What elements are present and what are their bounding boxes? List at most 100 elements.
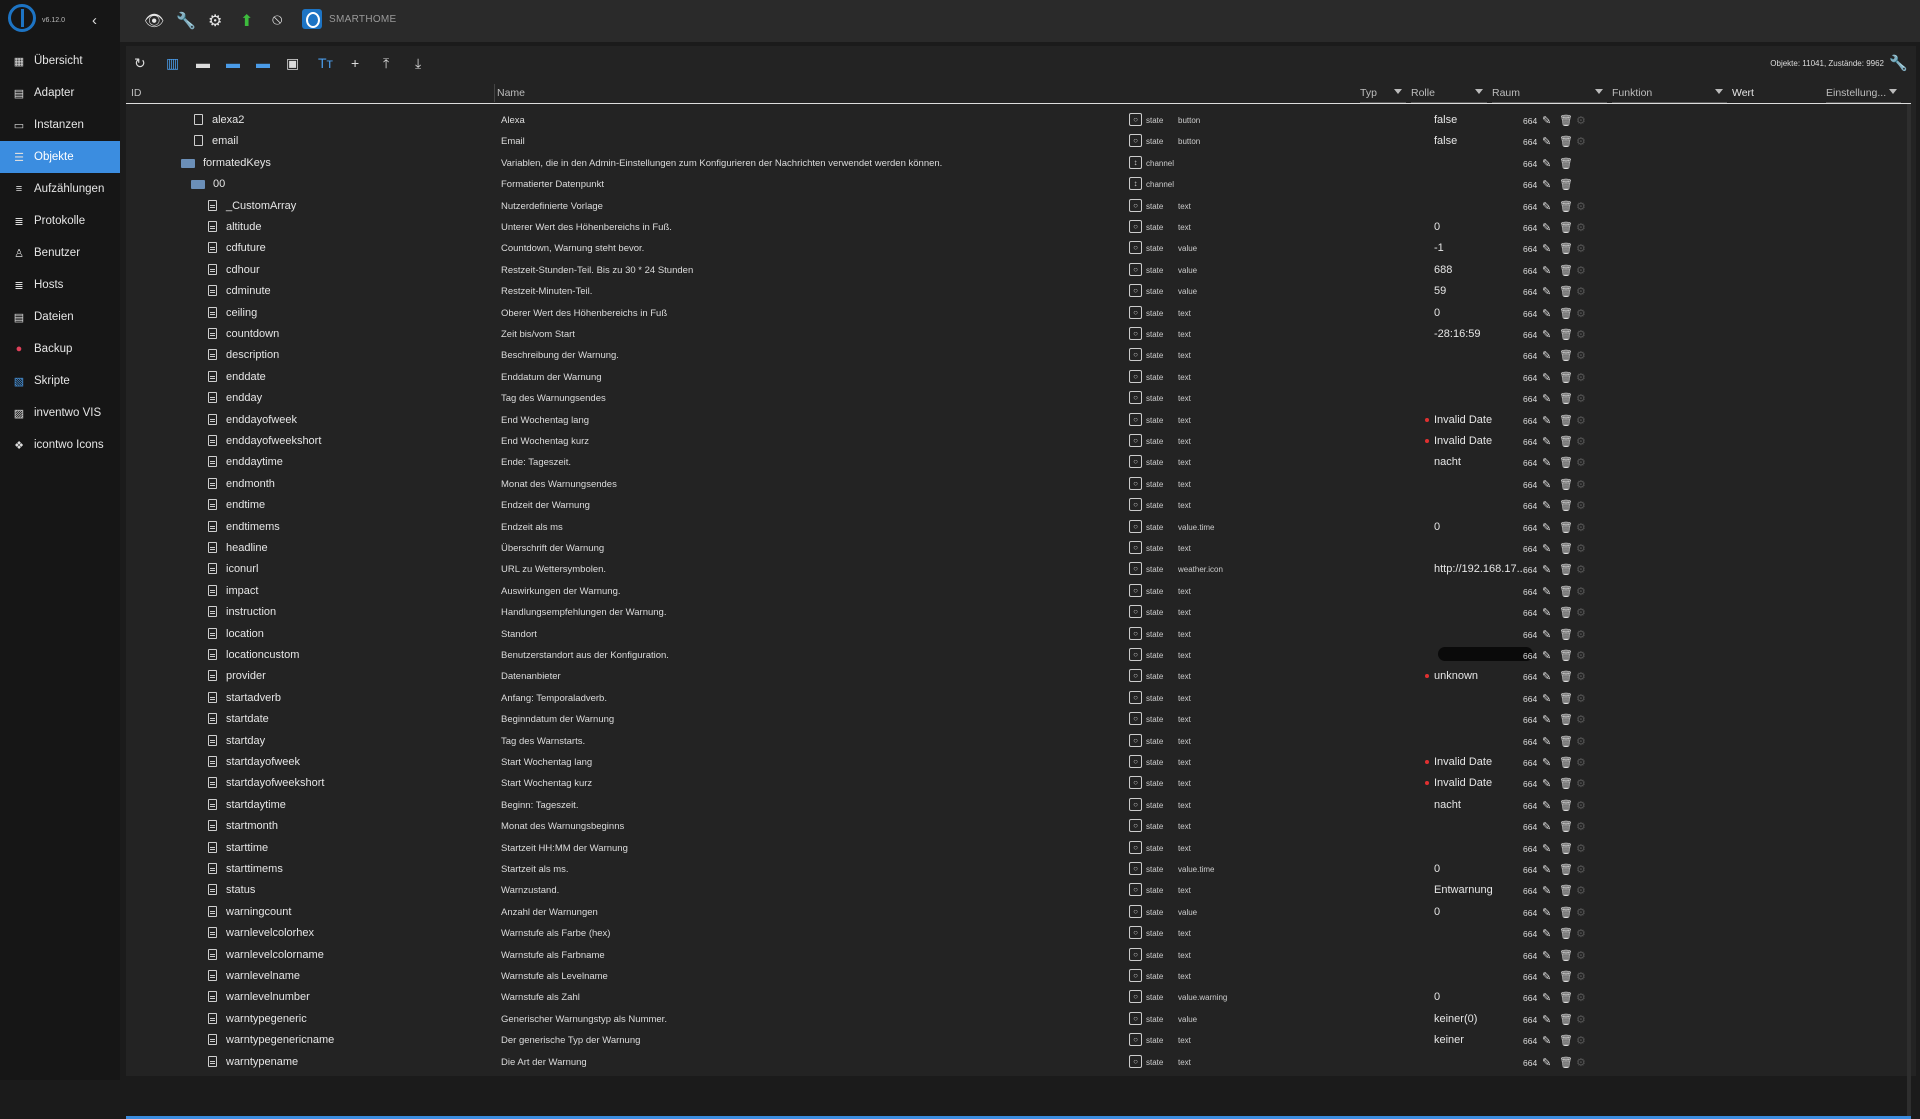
- edit-icon[interactable]: ✎: [1542, 521, 1551, 534]
- row-value[interactable]: 0: [1434, 221, 1440, 233]
- refresh-icon[interactable]: ↻: [134, 55, 146, 72]
- delete-icon[interactable]: 🗑: [1559, 628, 1573, 641]
- edit-icon[interactable]: ✎: [1542, 307, 1551, 320]
- settings-gear-icon[interactable]: ⚙: [1576, 414, 1586, 427]
- table-row[interactable]: enddaytime Ende: Tageszeit. ○ state text nach…: [126, 452, 1911, 473]
- row-acl[interactable]: 664: [1523, 159, 1537, 169]
- edit-icon[interactable]: ✎: [1542, 1034, 1551, 1047]
- table-row[interactable]: startmonth Monat des Warnungsbeginns ○ stat…: [126, 816, 1911, 837]
- delete-icon[interactable]: 🗑: [1559, 585, 1573, 598]
- row-value[interactable]: Entwarnung: [1434, 884, 1493, 896]
- table-row[interactable]: startdate Beginndatum der Warnung ○ state te…: [126, 709, 1911, 730]
- edit-icon[interactable]: ✎: [1542, 285, 1551, 298]
- settings-gear-icon[interactable]: ⚙: [1576, 649, 1586, 662]
- row-acl[interactable]: 664: [1523, 865, 1537, 875]
- edit-icon[interactable]: ✎: [1542, 970, 1551, 983]
- delete-icon[interactable]: 🗑: [1559, 328, 1573, 341]
- sidebar-item-hosts[interactable]: ≣ Hosts: [0, 269, 120, 301]
- row-acl[interactable]: 664: [1523, 651, 1537, 661]
- table-row[interactable]: enddayofweek End Wochentag lang ○ state text…: [126, 410, 1911, 431]
- counter-icon[interactable]: ▣: [286, 55, 299, 72]
- settings-gear-icon[interactable]: ⚙: [1576, 606, 1586, 619]
- edit-icon[interactable]: ✎: [1542, 563, 1551, 576]
- edit-icon[interactable]: ✎: [1542, 435, 1551, 448]
- edit-icon[interactable]: ✎: [1542, 670, 1551, 683]
- table-row[interactable]: startdaytime Beginn: Tageszeit. ○ state text…: [126, 795, 1911, 816]
- delete-icon[interactable]: 🗑: [1559, 414, 1573, 427]
- row-acl[interactable]: 664: [1523, 694, 1537, 704]
- row-acl[interactable]: 664: [1523, 608, 1537, 618]
- row-acl[interactable]: 664: [1523, 715, 1537, 725]
- collapse-sidebar-icon[interactable]: ‹: [92, 12, 97, 29]
- table-row[interactable]: provider Datenanbieter ○ state text unknown 66…: [126, 666, 1911, 687]
- delete-icon[interactable]: 🗑: [1559, 799, 1573, 812]
- wrench-icon[interactable]: 🔧: [176, 11, 196, 31]
- delete-icon[interactable]: 🗑: [1559, 542, 1573, 555]
- settings-gear-icon[interactable]: ⚙: [1576, 349, 1586, 362]
- table-row[interactable]: starttimems Startzeit als ms. ○ state value.…: [126, 859, 1911, 880]
- table-row[interactable]: formatedKeys Variablen, die in den Admin-…: [126, 153, 1911, 174]
- type-filter[interactable]: Typ: [1360, 84, 1406, 103]
- table-row[interactable]: startdayofweek Start Wochentag lang ○ state…: [126, 752, 1911, 773]
- edit-icon[interactable]: ✎: [1542, 1013, 1551, 1026]
- settings-gear-icon[interactable]: ⚙: [1576, 756, 1586, 769]
- row-value[interactable]: false: [1434, 114, 1457, 126]
- edit-icon[interactable]: ✎: [1542, 906, 1551, 919]
- edit-icon[interactable]: ✎: [1542, 392, 1551, 405]
- upload-icon[interactable]: ⤒: [383, 55, 389, 72]
- row-acl[interactable]: 664: [1523, 886, 1537, 896]
- table-row[interactable]: status Warnzustand. ○ state text Entwarnung 66…: [126, 880, 1911, 901]
- table-row[interactable]: description Beschreibung der Warnung. ○ sta…: [126, 345, 1911, 366]
- table-row[interactable]: instruction Handlungsempfehlungen der War…: [126, 602, 1911, 623]
- table-row[interactable]: countdown Zeit bis/vom Start ○ state text -28…: [126, 324, 1911, 345]
- delete-icon[interactable]: 🗑: [1559, 200, 1573, 213]
- edit-icon[interactable]: ✎: [1542, 842, 1551, 855]
- row-acl[interactable]: 664: [1523, 1058, 1537, 1068]
- delete-icon[interactable]: 🗑: [1559, 114, 1573, 127]
- delete-icon[interactable]: 🗑: [1559, 649, 1573, 662]
- edit-icon[interactable]: ✎: [1542, 820, 1551, 833]
- delete-icon[interactable]: 🗑: [1559, 178, 1573, 191]
- table-row[interactable]: cdfuture Countdown, Warnung steht bevor. ○…: [126, 238, 1911, 259]
- sidebar-item-icontwo-icons[interactable]: ❖ icontwo Icons: [0, 429, 120, 461]
- settings-gear-icon[interactable]: ⚙: [1576, 692, 1586, 705]
- settings-gear-icon[interactable]: ⚙: [1576, 863, 1586, 876]
- table-row[interactable]: cdminute Restzeit-Minuten-Teil. ○ state valu…: [126, 281, 1911, 302]
- table-row[interactable]: locationcustom Benutzerstandort aus der K…: [126, 645, 1911, 666]
- settings-gear-icon[interactable]: ⚙: [1576, 521, 1586, 534]
- settings-gear-icon[interactable]: ⚙: [1576, 991, 1586, 1004]
- row-acl[interactable]: 664: [1523, 266, 1537, 276]
- row-acl[interactable]: 664: [1523, 779, 1537, 789]
- settings-gear-icon[interactable]: ⚙: [1576, 499, 1586, 512]
- row-value[interactable]: keiner: [1434, 1034, 1464, 1046]
- delete-icon[interactable]: 🗑: [1559, 221, 1573, 234]
- sidebar-item-instanzen[interactable]: ▭ Instanzen: [0, 109, 120, 141]
- row-value[interactable]: 0: [1434, 906, 1440, 918]
- edit-icon[interactable]: ✎: [1542, 649, 1551, 662]
- settings-gear-icon[interactable]: ⚙: [1576, 884, 1586, 897]
- sidebar-item--bersicht[interactable]: ▦ Übersicht: [0, 45, 120, 77]
- edit-icon[interactable]: ✎: [1542, 628, 1551, 641]
- delete-icon[interactable]: 🗑: [1559, 884, 1573, 897]
- row-acl[interactable]: 664: [1523, 394, 1537, 404]
- table-row[interactable]: startadverb Anfang: Temporaladverb. ○ state…: [126, 688, 1911, 709]
- table-row[interactable]: warnlevelname Warnstufe als Levelname ○ sta…: [126, 966, 1911, 987]
- row-acl[interactable]: 664: [1523, 287, 1537, 297]
- table-row[interactable]: startday Tag des Warnstarts. ○ state text 664…: [126, 731, 1911, 752]
- sidebar-item-dateien[interactable]: ▤ Dateien: [0, 301, 120, 333]
- settings-gear-icon[interactable]: ⚙: [1576, 371, 1586, 384]
- row-acl[interactable]: 664: [1523, 244, 1537, 254]
- settings-gear-icon[interactable]: ⚙: [1576, 478, 1586, 491]
- row-value[interactable]: -1: [1434, 242, 1444, 254]
- table-row[interactable]: endday Tag des Warnungsendes ○ state text 664…: [126, 388, 1911, 409]
- row-acl[interactable]: 664: [1523, 180, 1537, 190]
- row-acl[interactable]: 664: [1523, 908, 1537, 918]
- settings-gear-icon[interactable]: ⚙: [1576, 285, 1586, 298]
- settings-gear-icon[interactable]: ⚙: [1576, 264, 1586, 277]
- settings-gear-icon[interactable]: ⚙: [1576, 542, 1586, 555]
- function-filter[interactable]: Funktion: [1612, 84, 1727, 103]
- text-size-icon[interactable]: Tт: [318, 55, 333, 71]
- edit-icon[interactable]: ✎: [1542, 863, 1551, 876]
- folder-closed-icon[interactable]: ▬: [256, 55, 270, 71]
- logo[interactable]: v6.12.0: [0, 0, 120, 42]
